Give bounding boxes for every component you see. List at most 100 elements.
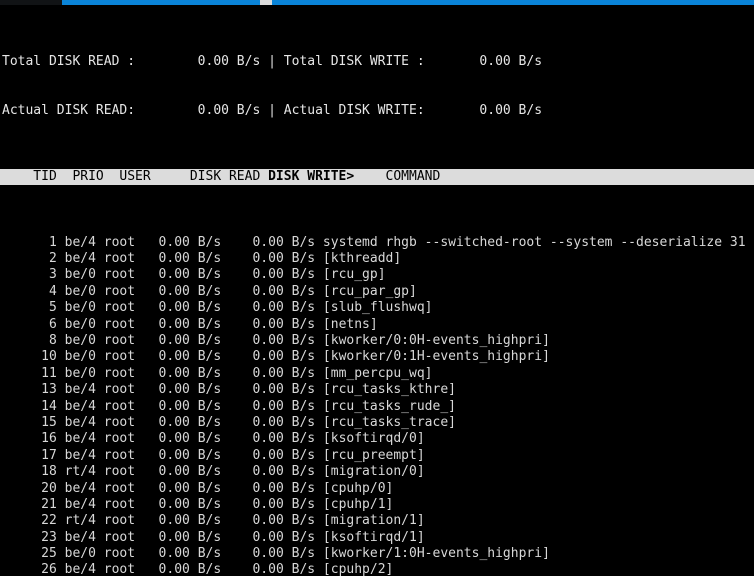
column-header-row[interactable]: TID PRIO USER DISK READ DISK WRITE> COMM… <box>0 169 754 186</box>
cell-prio: be/4 <box>56 447 96 463</box>
process-row[interactable]: 20 be/4 root 0.00 B/s 0.00 B/s [cpuhp/0] <box>0 481 754 497</box>
cell-write: 0.00 B/s <box>221 267 316 283</box>
process-row[interactable]: 4 be/0 root 0.00 B/s 0.00 B/s [rcu_par_g… <box>0 284 754 300</box>
cell-user: root <box>95 365 136 381</box>
cell-user: root <box>95 431 136 447</box>
cell-user: root <box>95 267 136 283</box>
process-row[interactable]: 10 be/0 root 0.00 B/s 0.00 B/s [kworker/… <box>0 349 754 365</box>
process-list[interactable]: 1 be/4 root 0.00 B/s 0.00 B/s systemd rh… <box>0 235 754 576</box>
cell-write: 0.00 B/s <box>221 349 316 365</box>
cell-write: 0.00 B/s <box>221 414 316 430</box>
cell-command: [cpuhp/1] <box>315 496 394 512</box>
cell-prio: be/4 <box>56 529 96 545</box>
process-row[interactable]: 1 be/4 root 0.00 B/s 0.00 B/s systemd rh… <box>0 235 754 251</box>
process-row[interactable]: 22 rt/4 root 0.00 B/s 0.00 B/s [migratio… <box>0 513 754 529</box>
cell-prio: be/0 <box>56 316 96 332</box>
cell-tid: 22 <box>2 513 57 529</box>
cell-tid: 15 <box>2 414 57 430</box>
cell-read: 0.00 B/s <box>135 283 222 299</box>
cell-user: root <box>95 300 136 316</box>
cell-tid: 25 <box>2 546 57 562</box>
cell-read: 0.00 B/s <box>135 513 222 529</box>
cell-tid: 13 <box>2 382 57 398</box>
cell-command: [cpuhp/0] <box>315 480 394 496</box>
cell-write: 0.00 B/s <box>221 447 316 463</box>
cell-prio: be/4 <box>56 251 96 267</box>
cell-read: 0.00 B/s <box>135 365 222 381</box>
cell-read: 0.00 B/s <box>135 332 222 348</box>
cell-write: 0.00 B/s <box>221 398 316 414</box>
cell-command: [netns] <box>315 316 378 332</box>
cell-command: [cpuhp/2] <box>315 562 394 576</box>
cell-prio: rt/4 <box>56 513 96 529</box>
process-row[interactable]: 17 be/4 root 0.00 B/s 0.00 B/s [rcu_pree… <box>0 448 754 464</box>
cell-read: 0.00 B/s <box>135 546 222 562</box>
cell-write: 0.00 B/s <box>221 316 316 332</box>
cell-write: 0.00 B/s <box>221 251 316 267</box>
cell-command: [kworker/0:1H-events_highpri] <box>315 349 550 365</box>
cell-prio: be/0 <box>56 300 96 316</box>
cell-write: 0.00 B/s <box>221 562 316 576</box>
cell-prio: rt/4 <box>56 464 96 480</box>
cell-user: root <box>95 464 136 480</box>
cell-prio: be/4 <box>56 431 96 447</box>
cell-user: root <box>95 316 136 332</box>
cell-user: root <box>95 382 136 398</box>
cell-write: 0.00 B/s <box>221 332 316 348</box>
process-row[interactable]: 11 be/0 root 0.00 B/s 0.00 B/s [mm_percp… <box>0 366 754 382</box>
cell-prio: be/4 <box>56 414 96 430</box>
cell-user: root <box>95 562 136 576</box>
process-row[interactable]: 6 be/0 root 0.00 B/s 0.00 B/s [netns] <box>0 317 754 333</box>
cell-user: root <box>95 546 136 562</box>
cell-tid: 8 <box>2 332 57 348</box>
cell-read: 0.00 B/s <box>135 480 222 496</box>
cell-command: [mm_percpu_wq] <box>315 365 433 381</box>
cell-tid: 11 <box>2 365 57 381</box>
cell-tid: 17 <box>2 447 57 463</box>
cell-command: [rcu_preempt] <box>315 447 425 463</box>
process-row[interactable]: 2 be/4 root 0.00 B/s 0.00 B/s [kthreadd] <box>0 251 754 267</box>
cell-write: 0.00 B/s <box>221 480 316 496</box>
cell-read: 0.00 B/s <box>135 267 222 283</box>
process-row[interactable]: 16 be/4 root 0.00 B/s 0.00 B/s [ksoftirq… <box>0 431 754 447</box>
cell-write: 0.00 B/s <box>221 382 316 398</box>
process-row[interactable]: 14 be/4 root 0.00 B/s 0.00 B/s [rcu_task… <box>0 399 754 415</box>
cell-tid: 20 <box>2 480 57 496</box>
process-row[interactable]: 23 be/4 root 0.00 B/s 0.00 B/s [ksoftirq… <box>0 530 754 546</box>
cell-user: root <box>95 496 136 512</box>
process-row[interactable]: 21 be/4 root 0.00 B/s 0.00 B/s [cpuhp/1] <box>0 497 754 513</box>
iotop-terminal[interactable]: Total DISK READ : 0.00 B/s | Total DISK … <box>0 5 754 576</box>
cell-prio: be/0 <box>56 349 96 365</box>
column-header-sorted[interactable]: DISK WRITE> <box>268 169 354 184</box>
process-row[interactable]: 18 rt/4 root 0.00 B/s 0.00 B/s [migratio… <box>0 464 754 480</box>
process-row[interactable]: 13 be/4 root 0.00 B/s 0.00 B/s [rcu_task… <box>0 382 754 398</box>
cell-write: 0.00 B/s <box>221 365 316 381</box>
cell-write: 0.00 B/s <box>221 513 316 529</box>
cell-prio: be/0 <box>56 283 96 299</box>
cell-user: root <box>95 414 136 430</box>
summary-actual-line: Actual DISK READ: 0.00 B/s | Actual DISK… <box>2 103 543 119</box>
process-row[interactable]: 15 be/4 root 0.00 B/s 0.00 B/s [rcu_task… <box>0 415 754 431</box>
cell-prio: be/4 <box>56 480 96 496</box>
cell-prio: be/0 <box>56 332 96 348</box>
cell-command: [rcu_gp] <box>315 267 386 283</box>
column-header-left: TID PRIO USER DISK READ <box>2 169 269 185</box>
process-row[interactable]: 25 be/0 root 0.00 B/s 0.00 B/s [kworker/… <box>0 546 754 562</box>
cell-tid: 5 <box>2 300 57 316</box>
cell-tid: 23 <box>2 529 57 545</box>
process-row[interactable]: 26 be/4 root 0.00 B/s 0.00 B/s [cpuhp/2] <box>0 562 754 576</box>
cell-read: 0.00 B/s <box>135 529 222 545</box>
cell-user: root <box>95 480 136 496</box>
process-row[interactable]: 5 be/0 root 0.00 B/s 0.00 B/s [slub_flus… <box>0 300 754 316</box>
process-row[interactable]: 8 be/0 root 0.00 B/s 0.00 B/s [kworker/0… <box>0 333 754 349</box>
cell-prio: be/4 <box>56 382 96 398</box>
cell-read: 0.00 B/s <box>135 447 222 463</box>
cell-tid: 26 <box>2 562 57 576</box>
cell-tid: 6 <box>2 316 57 332</box>
cell-read: 0.00 B/s <box>135 234 222 250</box>
process-row[interactable]: 3 be/0 root 0.00 B/s 0.00 B/s [rcu_gp] <box>0 267 754 283</box>
cell-tid: 2 <box>2 251 57 267</box>
cell-command: [migration/0] <box>315 464 425 480</box>
cell-tid: 4 <box>2 283 57 299</box>
cell-user: root <box>95 398 136 414</box>
